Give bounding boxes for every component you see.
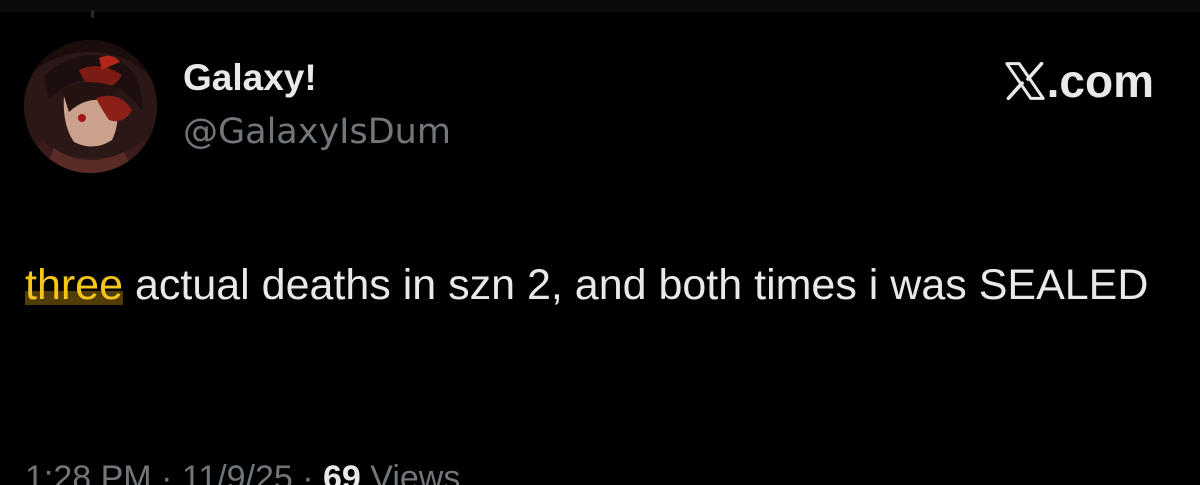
tweet-text: three actual deaths in szn 2, and both t… — [25, 252, 1175, 318]
brand-watermark: .com — [1004, 55, 1154, 107]
meta-separator: · — [292, 459, 323, 485]
highlighted-word: three — [25, 261, 124, 309]
top-edge-marker — [91, 10, 94, 18]
tweet-date[interactable]: 11/9/25 — [182, 459, 293, 485]
tweet-text-rest: actual deaths in szn 2, and both times i… — [123, 261, 1149, 309]
meta-separator: · — [151, 459, 182, 485]
author-handle[interactable]: @GalaxyIsDum — [183, 110, 451, 154]
brand-text: .com — [1046, 55, 1154, 107]
tweet-time[interactable]: 1:28 PM — [25, 459, 152, 485]
views-label: Views — [360, 459, 461, 485]
top-edge — [0, 0, 1200, 12]
avatar[interactable] — [24, 40, 157, 173]
tweet-meta: 1:28 PM · 11/9/25 · 69 Views — [25, 458, 460, 485]
x-logo-icon — [1004, 62, 1045, 100]
views-count: 69 — [322, 459, 361, 485]
anime-character-avatar-icon — [24, 40, 157, 173]
author-display-name[interactable]: Galaxy! — [183, 56, 317, 100]
